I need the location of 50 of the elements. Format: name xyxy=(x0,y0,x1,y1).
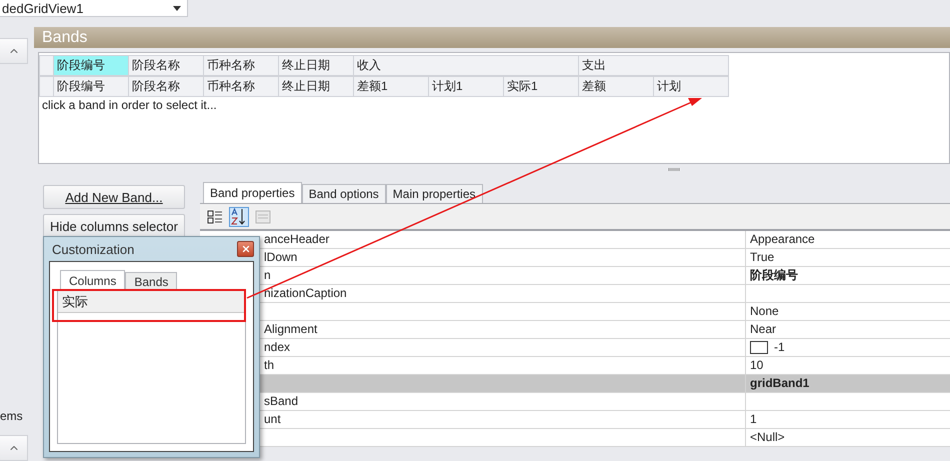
property-value: Near xyxy=(749,321,778,338)
hint-text: click a band in order to select it... xyxy=(41,97,218,113)
action-button[interactable]: Hide columns selector xyxy=(43,214,185,238)
image-swatch-icon xyxy=(750,341,768,354)
column-header[interactable]: 差额 xyxy=(579,76,654,97)
column-header[interactable]: 阶段编号 xyxy=(54,76,129,97)
dropdown-caret-icon xyxy=(173,6,181,10)
tab[interactable]: Bands xyxy=(125,272,178,290)
row-indicator xyxy=(39,76,54,97)
property-value: Appearance xyxy=(749,231,816,248)
splitter-grip-icon[interactable] xyxy=(668,168,680,170)
band-header[interactable]: 阶段编号 xyxy=(54,55,129,76)
band-header[interactable]: 阶段名称 xyxy=(129,55,204,76)
band-header[interactable]: 币种名称 xyxy=(204,55,279,76)
list-item[interactable]: 实际 xyxy=(58,291,245,313)
panel-header: Bands xyxy=(34,27,950,48)
property-value: gridBand1 xyxy=(749,375,810,392)
band-header[interactable]: 终止日期 xyxy=(279,55,354,76)
close-icon xyxy=(240,244,250,254)
column-header[interactable]: 差额1 xyxy=(354,76,429,97)
column-header[interactable]: 终止日期 xyxy=(279,76,354,97)
tab[interactable]: Columns xyxy=(60,270,126,290)
close-button[interactable] xyxy=(237,241,254,257)
column-header[interactable]: 实际1 xyxy=(504,76,579,97)
side-label: ems xyxy=(0,409,24,423)
property-value: None xyxy=(749,303,780,320)
column-header[interactable]: 阶段名称 xyxy=(129,76,204,97)
toolbar-button[interactable] xyxy=(229,206,249,226)
band-header[interactable]: 支出 xyxy=(579,55,729,76)
view-selector[interactable]: dedGridView1 xyxy=(0,0,188,17)
property-value: <Null> xyxy=(749,429,786,446)
property-value: 10 xyxy=(749,357,764,374)
row-indicator xyxy=(39,55,54,76)
tab[interactable]: Main properties xyxy=(386,184,483,203)
tab[interactable]: Band options xyxy=(302,184,386,203)
property-value: -1 xyxy=(746,339,950,356)
column-header[interactable]: 币种名称 xyxy=(204,76,279,97)
property-value: True xyxy=(749,249,776,266)
property-value: 1 xyxy=(749,411,758,428)
window-title: Customization xyxy=(51,242,134,256)
column-header[interactable]: 计划1 xyxy=(429,76,504,97)
action-button[interactable]: Add New Band... xyxy=(43,185,185,209)
tab[interactable]: Band properties xyxy=(203,182,302,203)
property-value: 阶段编号 xyxy=(749,267,799,284)
sort-az-icon xyxy=(231,208,247,226)
categorized-list-icon xyxy=(207,208,223,224)
column-header[interactable]: 计划 xyxy=(654,76,729,97)
property-pages-icon xyxy=(255,210,271,224)
band-header[interactable]: 收入 xyxy=(354,55,579,76)
property-row[interactable]: anceHeader Appearance xyxy=(200,231,950,249)
